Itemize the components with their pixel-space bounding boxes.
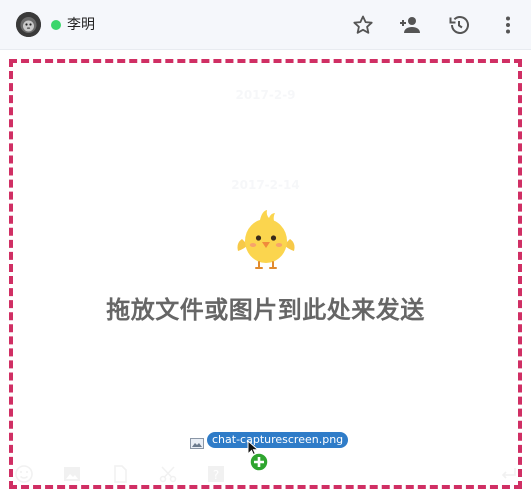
history-icon[interactable] (447, 13, 471, 37)
drop-instruction-text: 拖放文件或图片到此处来发送 (106, 296, 425, 324)
chat-header: 李明 (0, 0, 531, 50)
dragged-file-name: chat-capturescreen.png (207, 432, 349, 448)
online-status-dot (51, 20, 61, 30)
add-person-icon[interactable] (398, 13, 422, 37)
drop-zone-overlay[interactable] (9, 59, 522, 489)
avatar-image (16, 12, 41, 37)
star-icon[interactable] (351, 13, 375, 37)
contact-name[interactable]: 李明 (67, 15, 95, 35)
more-vertical-icon[interactable] (496, 13, 520, 37)
copy-plus-icon (249, 452, 269, 472)
chick-icon (234, 205, 298, 271)
avatar[interactable] (16, 12, 41, 37)
dragged-file-thumbnail-icon (190, 434, 204, 449)
